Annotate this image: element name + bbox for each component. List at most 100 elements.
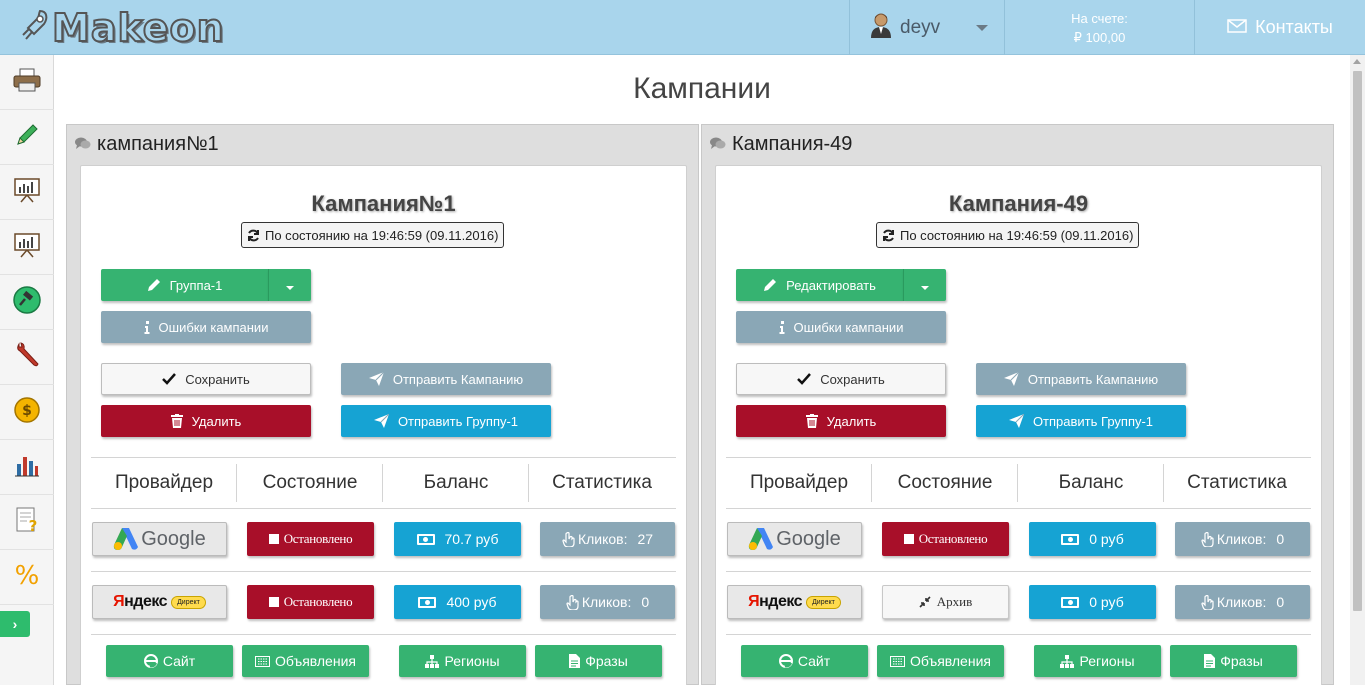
ads-button[interactable]: Объявления	[877, 645, 1004, 677]
phrases-button[interactable]: Фразы	[535, 645, 662, 677]
clicks-button[interactable]: Кликов: 27	[540, 522, 675, 556]
regions-button[interactable]: Регионы	[399, 645, 526, 677]
refresh-status-button[interactable]: По состоянию на 19:46:59 (09.11.2016)	[876, 222, 1140, 248]
hand-pointer-icon	[562, 531, 576, 547]
money-icon	[1061, 596, 1080, 608]
campaign-card: Кампания№1 По состоянию на 19:46:59 (09.…	[80, 165, 687, 685]
send-campaign-button[interactable]: Отправить Кампанию	[341, 363, 551, 395]
site-button[interactable]: Сайт	[106, 645, 233, 677]
group-edit-label: Группа-1	[169, 277, 223, 293]
save-label: Сохранить	[185, 371, 250, 387]
comments-icon	[710, 133, 726, 156]
provider-yandex-button[interactable]: Яндекс Директ Яндекс Директ	[92, 585, 227, 619]
state-label: Остановлено	[283, 594, 353, 609]
sidebar-item-billing[interactable]: $	[0, 385, 54, 440]
refresh-icon	[247, 229, 260, 242]
delete-button[interactable]: Удалить	[736, 405, 946, 437]
site-button-label: Сайт	[797, 653, 831, 669]
contacts-label: Контакты	[1255, 17, 1333, 37]
presentation-chart-icon	[13, 232, 41, 263]
send-campaign-button[interactable]: Отправить Кампанию	[976, 363, 1186, 395]
column-provider-header: Провайдер	[749, 472, 849, 493]
column-provider-header: Провайдер	[114, 472, 214, 493]
send-campaign-label: Отправить Кампанию	[1027, 371, 1159, 387]
regions-button-label: Регионы	[444, 653, 500, 669]
state-stopped-button[interactable]: Остановлено	[247, 585, 374, 619]
info-icon	[779, 320, 785, 334]
balance-button[interactable]: 400 руб	[394, 585, 521, 619]
clicks-button[interactable]: Кликов: 0	[1175, 585, 1310, 619]
provider-yandex-button[interactable]: Яндекс Директ Яндекс Директ	[727, 585, 862, 619]
sidebar-expand-button[interactable]: ›	[0, 611, 30, 637]
google-ads-icon	[748, 527, 774, 551]
sidebar-item-statistics[interactable]	[0, 440, 54, 495]
file-text-icon	[1204, 654, 1216, 668]
stop-icon	[903, 534, 914, 544]
clicks-button[interactable]: Кликов: 0	[540, 585, 675, 619]
sidebar-item-print[interactable]	[0, 55, 54, 110]
site-button[interactable]: Сайт	[741, 645, 868, 677]
sidebar-item-auction[interactable]	[0, 275, 54, 330]
provider-google-button[interactable]: Google Google	[727, 522, 862, 556]
campaign-errors-button[interactable]: Ошибки кампании	[736, 311, 946, 343]
balance-button[interactable]: 0 руб	[1029, 522, 1156, 556]
user-menu[interactable]: deyv	[849, 0, 1004, 55]
scroll-thumb[interactable]	[1353, 71, 1362, 611]
sidebar-item-reports-1[interactable]	[0, 165, 54, 220]
scroll-up-arrow[interactable]	[1353, 59, 1361, 64]
group-dropdown-toggle[interactable]	[268, 269, 311, 301]
save-button[interactable]: Сохранить	[736, 363, 946, 395]
regions-button-label: Регионы	[1079, 653, 1135, 669]
clicks-button[interactable]: Кликов: 0	[1175, 522, 1310, 556]
balance-value: 0 руб	[1089, 531, 1124, 547]
save-button[interactable]: Сохранить	[101, 363, 311, 395]
sidebar-item-reports-2[interactable]	[0, 220, 54, 275]
state-stopped-button[interactable]: Остановлено	[882, 522, 1009, 556]
top-bar: Makeon deyv На счете: ₽ 100,00 Контакты	[0, 0, 1365, 55]
ads-button-label: Объявления	[275, 653, 356, 669]
refresh-status-button[interactable]: По состоянию на 19:46:59 (09.11.2016)	[241, 222, 505, 248]
send-campaign-label: Отправить Кампанию	[392, 371, 524, 387]
send-group-button[interactable]: Отправить Группу-1	[341, 405, 551, 437]
table-divider	[726, 634, 1311, 635]
sidebar-item-tools[interactable]	[0, 330, 54, 385]
contacts-link[interactable]: Контакты	[1194, 0, 1365, 55]
sidebar-expand-row: ›	[0, 605, 54, 643]
state-stopped-button[interactable]: Остановлено	[247, 522, 374, 556]
group-edit-button[interactable]: Группа-1	[101, 269, 268, 301]
caret-down-icon	[921, 278, 929, 293]
sidebar-item-help[interactable]: ?	[0, 495, 54, 550]
account-balance[interactable]: На счете: ₽ 100,00	[1004, 0, 1194, 55]
ads-button[interactable]: Объявления	[242, 645, 369, 677]
provider-google-button[interactable]: Google Google	[92, 522, 227, 556]
clicks-count: 0	[641, 594, 650, 610]
column-state-header: Состояние	[262, 472, 358, 493]
page-scrollbar[interactable]	[1350, 55, 1365, 685]
phrases-button[interactable]: Фразы	[1170, 645, 1297, 677]
clicks-count: 0	[1276, 531, 1285, 547]
delete-button[interactable]: Удалить	[101, 405, 311, 437]
state-archive-button[interactable]: Архив	[882, 585, 1009, 619]
table-divider	[726, 457, 1311, 458]
sidebar-item-edit[interactable]	[0, 110, 54, 165]
pencil-icon	[14, 122, 40, 153]
yandex-wordmark: Яндекс	[748, 593, 803, 610]
table-divider	[91, 634, 676, 635]
send-group-button[interactable]: Отправить Группу-1	[976, 405, 1186, 437]
checkmark-icon	[162, 373, 177, 385]
pencil-icon	[763, 278, 777, 292]
regions-button[interactable]: Регионы	[1034, 645, 1161, 677]
panel-header: Кампания-49	[710, 133, 852, 156]
paper-plane-icon	[1008, 414, 1024, 428]
balance-button[interactable]: 70.7 руб	[394, 522, 521, 556]
chevron-down-icon[interactable]	[976, 25, 988, 31]
sidebar-item-discounts[interactable]: %	[0, 550, 54, 605]
table-divider	[726, 571, 1311, 572]
group-dropdown-toggle[interactable]	[903, 269, 946, 301]
logo[interactable]: Makeon	[20, 7, 225, 49]
balance-value: ₽ 100,00	[1073, 29, 1126, 45]
group-edit-button[interactable]: Редактировать	[736, 269, 903, 301]
balance-button[interactable]: 0 руб	[1029, 585, 1156, 619]
table-divider	[91, 508, 676, 509]
campaign-errors-button[interactable]: Ошибки кампании	[101, 311, 311, 343]
